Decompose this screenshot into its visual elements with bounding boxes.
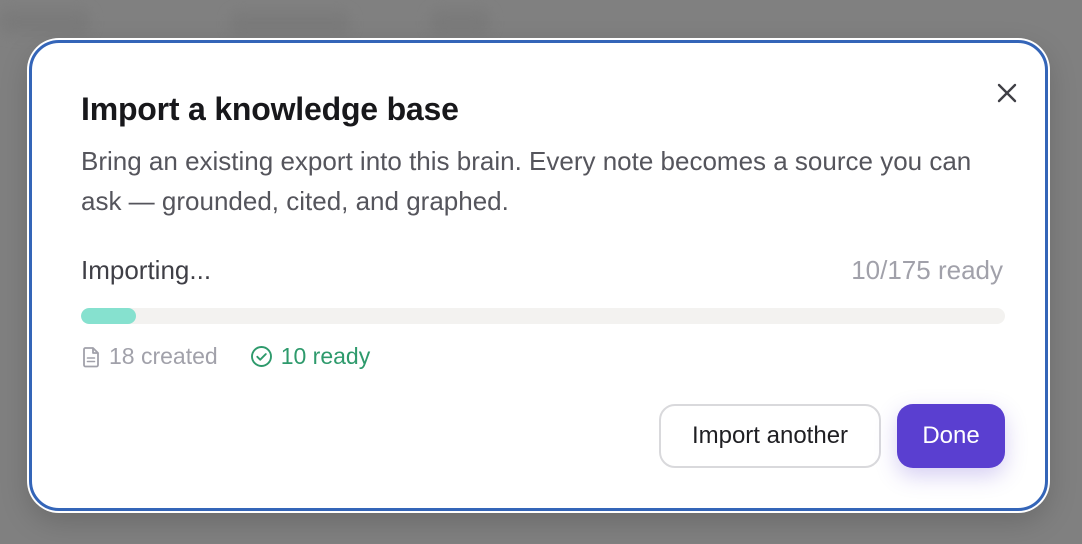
dialog-description: Bring an existing export into this brain… — [81, 146, 972, 216]
dialog-title: Import a knowledge base — [81, 91, 459, 127]
ready-stat: 10 ready — [250, 343, 371, 370]
import-stats: 18 created 10 ready — [81, 343, 370, 370]
import-progress-fill — [81, 308, 137, 324]
close-icon — [997, 83, 1017, 103]
background-blur-item — [430, 10, 490, 34]
close-button[interactable] — [992, 78, 1022, 108]
background-blur-item — [230, 12, 350, 34]
import-ready-count: 10/175 ready — [851, 255, 1003, 285]
import-another-button[interactable]: Import another — [659, 404, 881, 468]
import-status-label: Importing... — [81, 255, 212, 285]
ready-count-text: 10 ready — [280, 343, 371, 369]
background-blur-item — [0, 10, 90, 34]
created-count-text: 18 created — [109, 343, 218, 369]
done-button[interactable]: Done — [897, 404, 1005, 468]
import-dialog: Import a knowledge base Bring an existin… — [29, 40, 1048, 511]
created-stat: 18 created — [81, 343, 218, 370]
import-status-row: Importing... 10/175 ready — [81, 255, 1003, 286]
import-progress-bar — [81, 308, 1005, 324]
document-icon — [83, 346, 99, 367]
check-circle-icon — [250, 346, 272, 367]
